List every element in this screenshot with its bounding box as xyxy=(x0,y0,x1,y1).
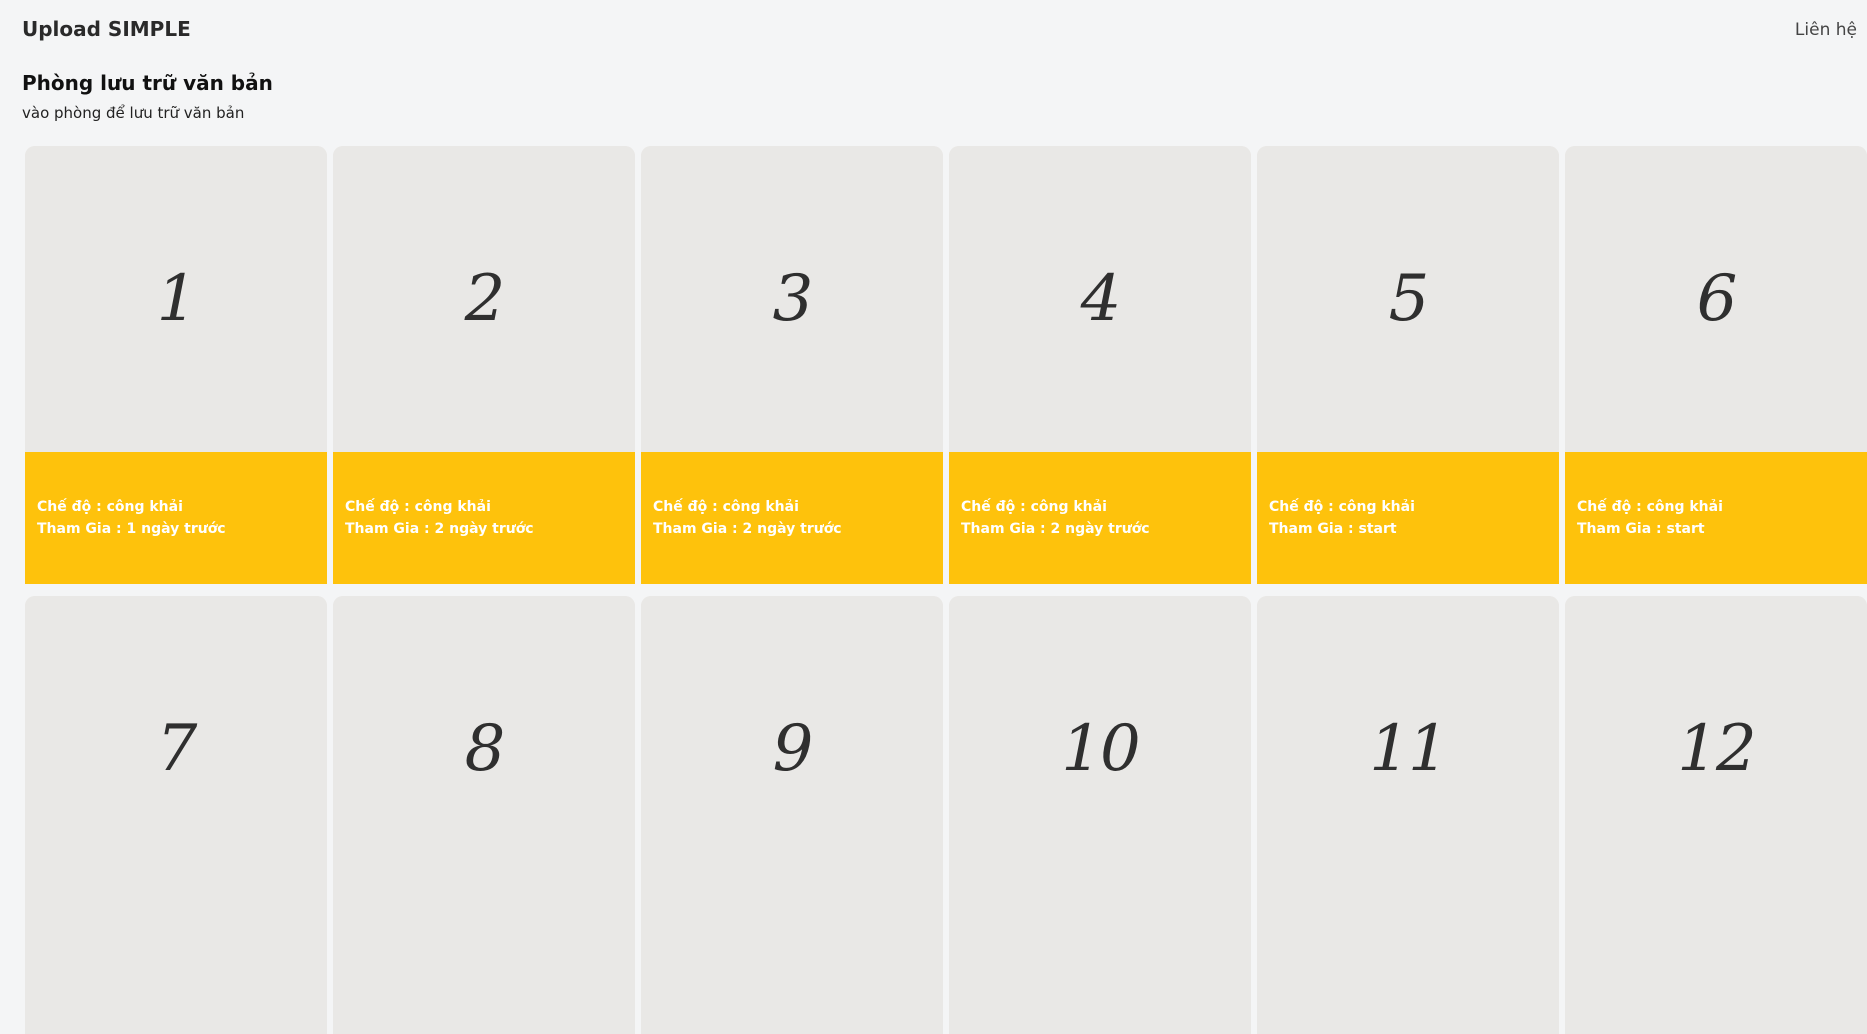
header: Upload SIMPLE Liên hệ xyxy=(0,0,1867,60)
room-number: 3 xyxy=(772,262,814,336)
room-card-info: Chế độ : công khải Tham Gia : 2 ngày trư… xyxy=(641,452,943,584)
room-card-cover: 4 xyxy=(949,146,1251,452)
room-card-cover: 3 xyxy=(641,146,943,452)
room-mode: Chế độ : công khải xyxy=(961,499,1107,515)
room-number: 5 xyxy=(1388,262,1430,336)
room-mode: Chế độ : công khải xyxy=(37,499,183,515)
room-card-cover: 10 xyxy=(949,596,1251,902)
room-number: 7 xyxy=(156,712,198,786)
room-number: 8 xyxy=(464,712,506,786)
room-card-info: Chế độ : công khải Tham Gia : start xyxy=(1257,452,1559,584)
room-card-info: Chế độ : công khải Tham Gia : 1 ngày trư… xyxy=(25,452,327,584)
room-card-cover: 8 xyxy=(333,596,635,902)
room-mode: Chế độ : công khải xyxy=(1269,499,1415,515)
room-card-info: Chế độ : công khải Tham Gia : 2 ngày trư… xyxy=(949,452,1251,584)
room-number: 4 xyxy=(1080,262,1122,336)
contact-link[interactable]: Liên hệ xyxy=(1795,20,1857,40)
room-card-cover: 9 xyxy=(641,596,943,902)
room-card-info: Chế độ : công khải Tham Gia : start xyxy=(1565,452,1867,584)
room-card[interactable]: 10 xyxy=(949,596,1251,1034)
room-number: 6 xyxy=(1696,262,1738,336)
brand-link[interactable]: Upload SIMPLE xyxy=(22,17,191,41)
room-card-cover: 2 xyxy=(333,146,635,452)
room-joined: Tham Gia : 2 ngày trước xyxy=(345,521,534,537)
room-card[interactable]: 8 xyxy=(333,596,635,1034)
room-card-cover: 7 xyxy=(25,596,327,902)
room-number: 10 xyxy=(1061,712,1140,786)
room-card[interactable]: 6 Chế độ : công khải Tham Gia : start xyxy=(1565,146,1867,584)
room-joined: Tham Gia : start xyxy=(1269,521,1397,537)
room-card-cover: 6 xyxy=(1565,146,1867,452)
room-number: 1 xyxy=(156,262,198,336)
room-card[interactable]: 12 xyxy=(1565,596,1867,1034)
room-card[interactable]: 4 Chế độ : công khải Tham Gia : 2 ngày t… xyxy=(949,146,1251,584)
room-number: 9 xyxy=(772,712,814,786)
room-number: 12 xyxy=(1677,712,1756,786)
room-card[interactable]: 9 xyxy=(641,596,943,1034)
room-joined: Tham Gia : 2 ngày trước xyxy=(961,521,1150,537)
room-card[interactable]: 1 Chế độ : công khải Tham Gia : 1 ngày t… xyxy=(25,146,327,584)
room-card[interactable]: 2 Chế độ : công khải Tham Gia : 2 ngày t… xyxy=(333,146,635,584)
page-title: Phòng lưu trữ văn bản xyxy=(22,71,273,95)
room-mode: Chế độ : công khải xyxy=(653,499,799,515)
room-number: 11 xyxy=(1369,712,1448,786)
room-joined: Tham Gia : 1 ngày trước xyxy=(37,521,226,537)
room-card-cover: 5 xyxy=(1257,146,1559,452)
room-card[interactable]: 11 xyxy=(1257,596,1559,1034)
room-joined: Tham Gia : start xyxy=(1577,521,1705,537)
room-card[interactable]: 7 xyxy=(25,596,327,1034)
room-joined: Tham Gia : 2 ngày trước xyxy=(653,521,842,537)
page-subtitle: vào phòng để lưu trữ văn bản xyxy=(22,104,245,122)
room-card-info: Chế độ : công khải Tham Gia : 2 ngày trư… xyxy=(333,452,635,584)
room-card-cover: 12 xyxy=(1565,596,1867,902)
room-grid: 1 Chế độ : công khải Tham Gia : 1 ngày t… xyxy=(25,146,1867,1034)
room-card-cover: 1 xyxy=(25,146,327,452)
room-number: 2 xyxy=(464,262,506,336)
room-mode: Chế độ : công khải xyxy=(1577,499,1723,515)
room-card-cover: 11 xyxy=(1257,596,1559,902)
room-card[interactable]: 3 Chế độ : công khải Tham Gia : 2 ngày t… xyxy=(641,146,943,584)
room-card[interactable]: 5 Chế độ : công khải Tham Gia : start xyxy=(1257,146,1559,584)
room-mode: Chế độ : công khải xyxy=(345,499,491,515)
